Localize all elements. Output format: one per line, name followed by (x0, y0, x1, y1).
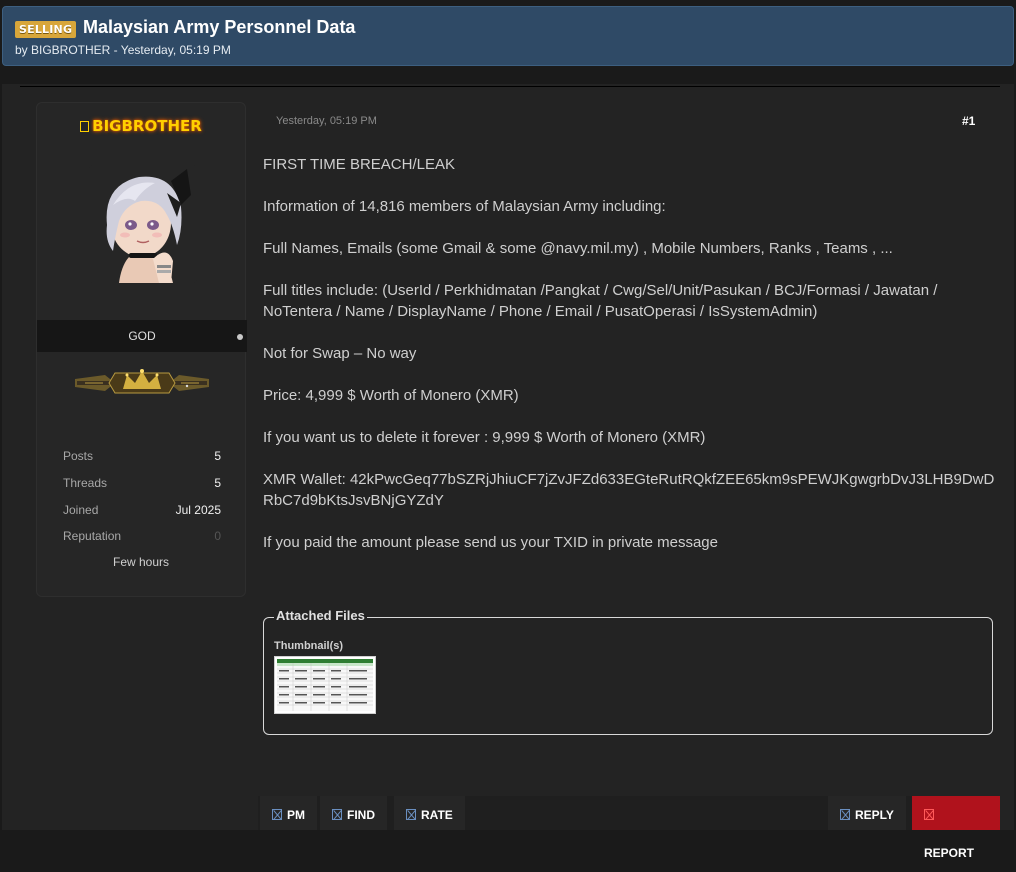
post-paragraph: If you want us to delete it forever : 9,… (263, 429, 706, 446)
report-label: REPORT (924, 846, 975, 860)
user-icon (80, 121, 90, 132)
rate-icon (406, 809, 416, 820)
post-number-link[interactable]: #1 (962, 114, 975, 128)
pm-button[interactable]: PM (260, 796, 317, 830)
rate-button[interactable]: RATE (394, 796, 465, 830)
reply-icon (840, 809, 850, 820)
status-dot-icon (237, 334, 243, 340)
rate-label: RATE (421, 808, 453, 822)
report-button[interactable]: REPORT (912, 796, 1000, 860)
pm-label: PM (287, 808, 305, 822)
stat-label: Joined (63, 503, 99, 517)
user-panel: BIGBROTHER GOD Posts 5 Threads 5 Joined … (36, 102, 247, 597)
attachments-box: Attached Files Thumbnail(s) (263, 608, 993, 735)
post-paragraph: Full titles include: (UserId / Perkhidma… (263, 282, 938, 320)
post-paragraph: Price: 4,999 $ Worth of Monero (XMR) (263, 387, 519, 404)
stat-joined: Joined Jul 2025 (63, 503, 221, 523)
stat-threads: Threads 5 (63, 476, 221, 496)
post-body: FIRST TIME BREACH/LEAK Information of 14… (263, 154, 998, 574)
pm-icon (272, 809, 282, 820)
stat-posts: Posts 5 (63, 449, 221, 469)
avatar-image (89, 165, 197, 283)
post-paragraph: If you paid the amount please send us yo… (263, 534, 718, 551)
thread-meta: by BIGBROTHER - Yesterday, 05:19 PM (15, 43, 231, 57)
stat-label: Reputation (63, 529, 122, 543)
thread-header: SELLING Malaysian Army Personnel Data by… (2, 6, 1014, 66)
stat-value[interactable]: 0 (214, 529, 221, 543)
find-label: FIND (347, 808, 375, 822)
post-paragraph: FIRST TIME BREACH/LEAK (263, 156, 455, 173)
username-link[interactable]: BIGBROTHER (37, 117, 245, 135)
stat-label: Threads (63, 476, 108, 490)
divider (20, 86, 1000, 87)
post-paragraph: Full Names, Emails (some Gmail & some @n… (263, 240, 893, 257)
post-actions-bar: PM FIND RATE REPLY REPORT (258, 796, 1000, 860)
stat-value: 5 (214, 449, 221, 463)
post-paragraph: Information of 14,816 members of Malaysi… (263, 198, 666, 215)
reply-button[interactable]: REPLY (828, 796, 906, 830)
stat-value: Jul 2025 (175, 503, 221, 517)
post-paragraph: XMR Wallet: 42kPwcGeq77bSZRjJhiuCF7jZvJF… (263, 471, 995, 509)
stat-reputation: Reputation 0 (63, 529, 221, 549)
attachments-legend: Attached Files (274, 608, 367, 623)
find-button[interactable]: FIND (320, 796, 387, 830)
usertitle: GOD (128, 329, 156, 343)
prefix-badge: SELLING (15, 21, 77, 38)
spreadsheet-thumbnail-image (277, 659, 373, 711)
post-paragraph: Not for Swap – No way (263, 345, 417, 362)
stat-label: Posts (63, 449, 94, 463)
rank-badge-icon (75, 365, 209, 401)
thumbnails-label: Thumbnail(s) (274, 640, 344, 652)
reply-label: REPLY (855, 808, 894, 822)
post-date: Yesterday, 05:19 PM (276, 115, 377, 127)
post: BIGBROTHER GOD Posts 5 Threads 5 Joined … (2, 84, 1014, 860)
attachment-thumbnail[interactable] (274, 656, 376, 714)
usertitle-bar: GOD (37, 320, 247, 352)
find-icon (332, 809, 342, 820)
avatar[interactable] (89, 165, 197, 283)
thread-title: Malaysian Army Personnel Data (83, 17, 356, 37)
username-text: BIGBROTHER (92, 117, 202, 135)
last-seen: Few hours (112, 555, 170, 569)
report-icon (924, 809, 934, 820)
stat-value: 5 (214, 476, 221, 490)
